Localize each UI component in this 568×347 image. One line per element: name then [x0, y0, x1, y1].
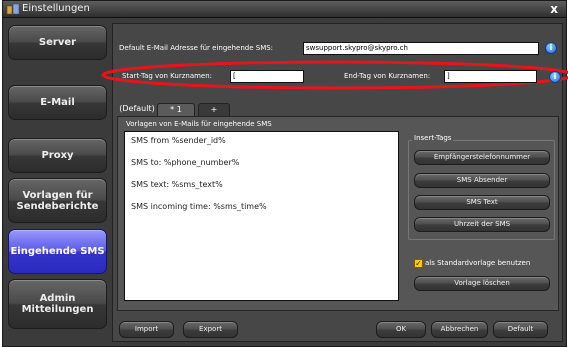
export-button[interactable]: Export	[183, 321, 238, 338]
info-icon[interactable]: i	[545, 42, 557, 54]
app-icon	[6, 3, 20, 15]
templates-label: Vorlagen von E-Mails für eingehende SMS	[126, 120, 272, 128]
sidebar-item-label: Vorlagen für Sendeberichte	[16, 189, 99, 212]
window-title: Einstellungen	[22, 3, 90, 14]
template-line: SMS to: %phone_number%	[131, 158, 240, 167]
import-button[interactable]: Import	[119, 321, 174, 338]
sidebar-item-vorlagen[interactable]: Vorlagen für Sendeberichte	[8, 178, 107, 223]
tab-content: Vorlagen von E-Mails für eingehende SMS …	[117, 116, 559, 311]
standard-template-checkbox[interactable]: ✓	[414, 259, 423, 268]
sidebar-item-label: E-Mail	[40, 97, 75, 108]
tab-1[interactable]: * 1	[157, 103, 195, 116]
insert-sms-time-button[interactable]: Uhrzeit der SMS	[414, 217, 550, 232]
template-line: SMS incoming time: %sms_time%	[131, 202, 267, 211]
sidebar-item-label: Server	[38, 37, 77, 48]
sidebar-item-eingehende-sms[interactable]: Eingehende SMS	[8, 229, 107, 274]
info-icon[interactable]: i	[549, 71, 561, 83]
default-email-input[interactable]: swsupport.skypro@skypro.ch	[303, 42, 539, 55]
cancel-button[interactable]: Abbrechen	[431, 321, 488, 338]
delete-template-button[interactable]: Vorlage löschen	[414, 276, 550, 291]
main-panel: Default E-Mail Adresse für eingehende SM…	[101, 23, 568, 342]
close-icon[interactable]: x	[550, 2, 558, 16]
insert-recipient-phone-button[interactable]: Empfängerstelefonnummer	[414, 150, 550, 165]
sidebar-item-email[interactable]: E-Mail	[8, 85, 107, 120]
title-bar[interactable]: Einstellungen x	[3, 1, 566, 18]
ok-button[interactable]: OK	[376, 321, 426, 338]
end-tag-label: End-Tag von Kurznamen:	[344, 72, 431, 80]
template-line: SMS from %sender_id%	[131, 136, 226, 145]
start-tag-label: Start-Tag von Kurznamen:	[122, 72, 213, 80]
default-email-label: Default E-Mail Adresse für eingehende SM…	[119, 44, 274, 52]
end-tag-input[interactable]: ]	[444, 70, 537, 83]
tab-add[interactable]: +	[198, 103, 230, 116]
sidebar-item-proxy[interactable]: Proxy	[8, 138, 107, 173]
insert-sms-text-button[interactable]: SMS Text	[414, 195, 550, 210]
standard-template-label: als Standardvorlage benutzen	[425, 259, 531, 267]
template-line: SMS text: %sms_text%	[131, 180, 223, 189]
sidebar-item-admin-mitteilungen[interactable]: Admin Mitteilungen	[8, 279, 107, 329]
insert-sms-sender-button[interactable]: SMS Absender	[414, 173, 550, 188]
sidebar-item-label: Admin Mitteilungen	[21, 293, 94, 315]
sidebar-item-label: Proxy	[41, 150, 74, 161]
tab-default[interactable]: (Default)	[119, 103, 155, 116]
template-textarea[interactable]: SMS from %sender_id% SMS to: %phone_numb…	[124, 131, 399, 301]
sidebar-item-server[interactable]: Server	[8, 25, 107, 60]
start-tag-input[interactable]: [	[230, 70, 304, 83]
settings-window: Einstellungen x Server E-Mail Proxy Vorl…	[2, 0, 568, 347]
insert-tags-title: Insert-Tags	[412, 134, 454, 142]
sidebar-item-label: Eingehende SMS	[10, 246, 105, 257]
default-button[interactable]: Default	[493, 321, 548, 338]
